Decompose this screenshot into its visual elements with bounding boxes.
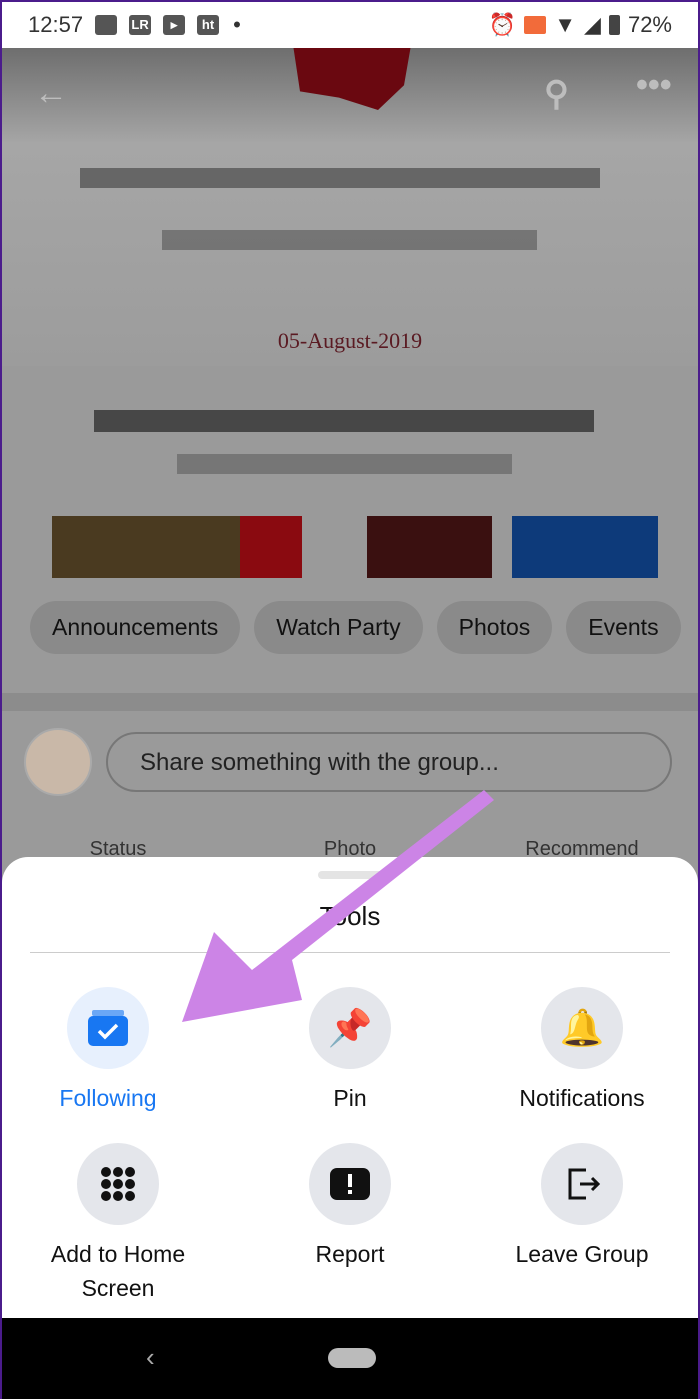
report-label: Report (315, 1241, 385, 1267)
divider (30, 952, 670, 953)
pin-button[interactable]: 📌 Pin (234, 987, 466, 1115)
divider (2, 693, 698, 711)
status-bar: 12:57 LR ▸ ht • ⏰ ▼ ◢ 72% (2, 0, 698, 48)
tab-watch-party[interactable]: Watch Party (254, 601, 423, 654)
leave-group-label: Leave Group (515, 1241, 649, 1267)
share-input[interactable]: Share something with the group... (106, 732, 672, 792)
search-icon[interactable]: ⚲ (544, 74, 569, 114)
notifications-button[interactable]: 🔔 Notifications (466, 987, 698, 1115)
pin-label: Pin (333, 1085, 367, 1111)
nav-home-pill[interactable] (328, 1348, 376, 1368)
pin-icon: 📌 (309, 987, 391, 1069)
group-name-pixelated (94, 410, 594, 432)
following-button[interactable]: Following (0, 987, 234, 1115)
leave-icon (541, 1143, 623, 1225)
cover-date: 05-August-2019 (277, 328, 423, 353)
tools-bottom-sheet: Tools Following 📌 Pin 🔔 Notifications Ad… (2, 857, 698, 1318)
add-to-home-label: Add to Home Screen (50, 1241, 186, 1301)
following-icon (67, 987, 149, 1069)
signal-icon: ◢ (584, 12, 601, 37)
grid-icon (77, 1143, 159, 1225)
cover-map-graphic (293, 48, 411, 110)
tab-announcements[interactable]: Announcements (30, 601, 241, 654)
alarm-icon: ⏰ (488, 12, 517, 37)
battery-icon (608, 15, 620, 35)
avatar[interactable] (24, 728, 92, 796)
youtube-icon: ▸ (163, 15, 186, 35)
more-icon[interactable]: ••• (636, 66, 672, 105)
bell-icon: 🔔 (541, 987, 623, 1069)
group-tabs: Announcements Watch Party Photos Events (30, 601, 681, 654)
sheet-title: Tools (319, 901, 381, 931)
sheet-handle[interactable] (318, 871, 386, 879)
leave-group-button[interactable]: Leave Group (466, 1143, 698, 1305)
report-button[interactable]: Report (234, 1143, 466, 1305)
wifi-icon: ▼ (554, 12, 577, 37)
tab-photos[interactable]: Photos (436, 601, 553, 654)
android-nav-bar: ‹ (2, 1318, 698, 1399)
ht-icon: ht (197, 15, 220, 35)
tab-events[interactable]: Events (566, 601, 681, 654)
image-icon (95, 15, 118, 35)
dot-icon: • (233, 12, 241, 37)
add-to-home-screen-button[interactable]: Add to Home Screen (2, 1143, 234, 1305)
battery-level: 72% (627, 12, 672, 37)
lightroom-icon: LR (129, 15, 152, 35)
cast-icon (524, 16, 547, 34)
following-label: Following (59, 1085, 157, 1111)
clock: 12:57 (28, 12, 84, 37)
nav-back-icon[interactable]: ‹ (146, 1342, 155, 1373)
notifications-label: Notifications (519, 1085, 645, 1111)
cover-photo: ← ⚲ ••• 05-August-2019 (2, 48, 698, 366)
back-arrow-icon[interactable]: ← (34, 74, 68, 113)
report-icon (309, 1143, 391, 1225)
